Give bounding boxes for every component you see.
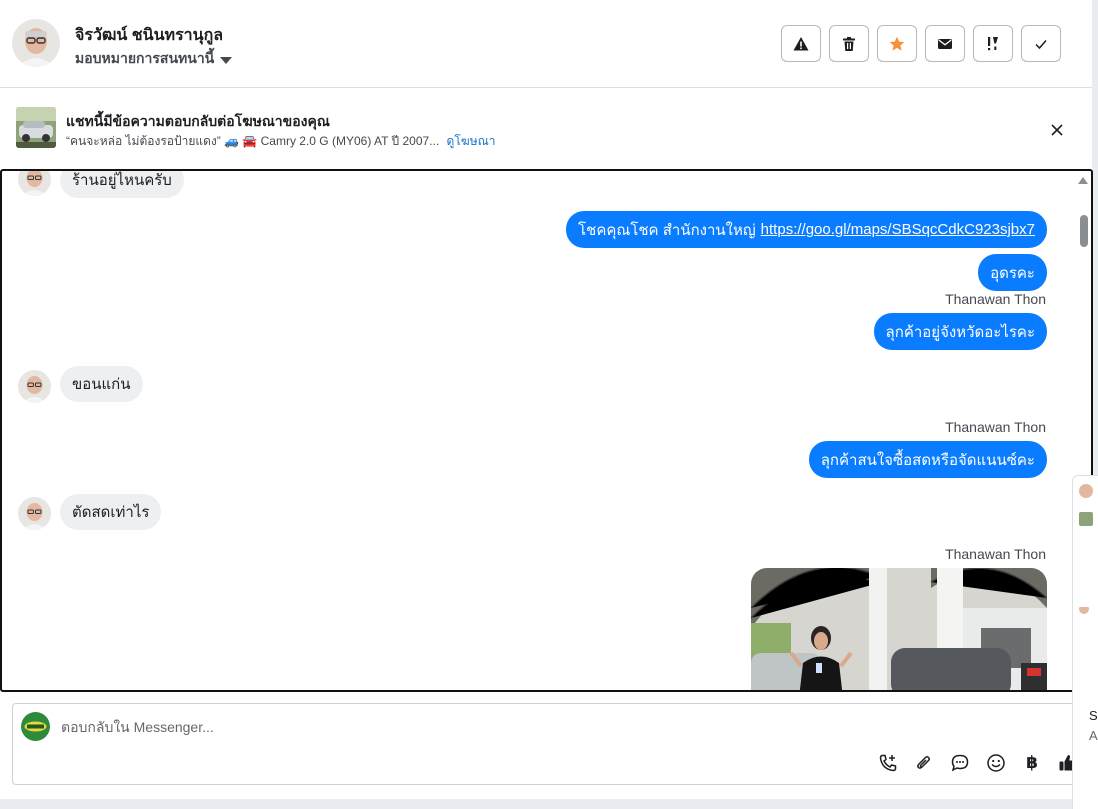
sender-name: Thanawan Thon: [945, 291, 1046, 307]
outgoing-message: ลุกค้าสนใจซื้อสดหรือจัดแนนซ์คะ: [808, 441, 1047, 478]
saved-replies-button[interactable]: [949, 752, 971, 774]
ad-caption: “คนจะหล่อ ไม่ต้องรอป้ายแดง” 🚙 🚘 Camry 2.…: [66, 134, 440, 148]
important-icon: [988, 36, 998, 50]
ad-thumbnail[interactable]: [16, 107, 56, 148]
trash-icon: [843, 36, 855, 51]
page-avatar: [21, 712, 50, 741]
call-button[interactable]: [877, 752, 899, 774]
mini-avatar: [1079, 604, 1089, 614]
emoji-button[interactable]: [985, 752, 1007, 774]
incoming-message: ตัดสดเท่าไร: [60, 494, 162, 530]
conversation-header: จิรวัฒน์ ชนินทรานุกูล มอบหมายการสนทนานี้: [0, 0, 1092, 88]
star-icon: [889, 36, 905, 51]
outgoing-message: อุดรคะ: [978, 254, 1047, 291]
ad-banner-title: แชทนี้มีข้อความตอบกลับต่อโฆษณาของคุณ: [66, 113, 330, 129]
emoji-icon: [987, 754, 1005, 772]
contact-avatar-small: [18, 497, 51, 530]
close-banner-button[interactable]: [1046, 119, 1068, 141]
incoming-message: ขอนแก่น: [60, 366, 143, 402]
side-preview-panel: So A: [1072, 475, 1098, 809]
payment-button[interactable]: ฿: [1021, 752, 1043, 774]
contact-avatar-small: [18, 171, 51, 196]
call-add-icon: [879, 754, 897, 772]
spam-button[interactable]: [781, 25, 821, 62]
caret-down-icon: [220, 56, 233, 64]
header-actions: [781, 25, 1061, 62]
reply-input[interactable]: [61, 716, 761, 738]
mail-icon: [938, 38, 952, 49]
mark-unread-button[interactable]: [925, 25, 965, 62]
mark-done-button[interactable]: [1021, 25, 1061, 62]
attachment-icon: [917, 756, 930, 769]
outgoing-message: ลุกค้าอยู่จังหวัดอะไรคะ: [873, 313, 1047, 350]
follow-up-button[interactable]: [973, 25, 1013, 62]
delete-button[interactable]: [829, 25, 869, 62]
mini-thumbnail: [1079, 512, 1093, 526]
mini-avatar: [1079, 484, 1093, 498]
maps-link[interactable]: https://goo.gl/maps/SBSqcCdkC923sjbx7: [761, 221, 1035, 238]
assign-conversation-dropdown[interactable]: มอบหมายการสนทนานี้: [75, 48, 233, 70]
ad-reply-banner: แชทนี้มีข้อความตอบกลับต่อโฆษณาของคุณ “คน…: [0, 89, 1092, 169]
side-text-2: A: [1089, 728, 1098, 743]
sender-name: Thanawan Thon: [945, 546, 1046, 562]
conversation-panel: จิรวัฒน์ ชนินทรานุกูล มอบหมายการสนทนานี้: [0, 0, 1093, 799]
attach-button[interactable]: [913, 752, 935, 774]
contact-avatar-small: [18, 370, 51, 403]
check-icon: [1035, 39, 1047, 49]
star-button[interactable]: [877, 25, 917, 62]
chat-bubble-icon: [951, 754, 969, 772]
message-text: โชคคุณโชค สำนักงานใหญ่: [578, 221, 756, 239]
warning-icon: [793, 36, 809, 50]
ad-banner-subtitle: “คนจะหล่อ ไม่ต้องรอป้ายแดง” 🚙 🚘 Camry 2.…: [66, 132, 495, 151]
message-list[interactable]: ร้านอยู่ไหนครับ โชคคุณโชค สำนักงานใหญ่ h…: [0, 169, 1093, 692]
outgoing-message: โชคคุณโชค สำนักงานใหญ่ https://goo.gl/ma…: [566, 211, 1047, 248]
reply-composer: ฿: [12, 703, 1084, 785]
side-text-1: So: [1089, 708, 1098, 723]
sender-name: Thanawan Thon: [945, 419, 1046, 435]
baht-icon: ฿: [1026, 753, 1038, 772]
view-ad-link[interactable]: ดูโฆษณา: [447, 134, 496, 148]
scroll-up-arrow-icon[interactable]: [1078, 177, 1088, 184]
composer-tools: ฿: [877, 752, 1079, 774]
scroll-thumb[interactable]: [1080, 215, 1088, 247]
contact-avatar[interactable]: [12, 19, 60, 67]
incoming-message: ร้านอยู่ไหนครับ: [60, 171, 184, 198]
video-attachment[interactable]: [751, 568, 1047, 690]
contact-name: จิรวัฒน์ ชนินทรานุกูล: [75, 27, 224, 44]
assign-label: มอบหมายการสนทนานี้: [75, 50, 215, 66]
close-icon: [1051, 124, 1063, 136]
